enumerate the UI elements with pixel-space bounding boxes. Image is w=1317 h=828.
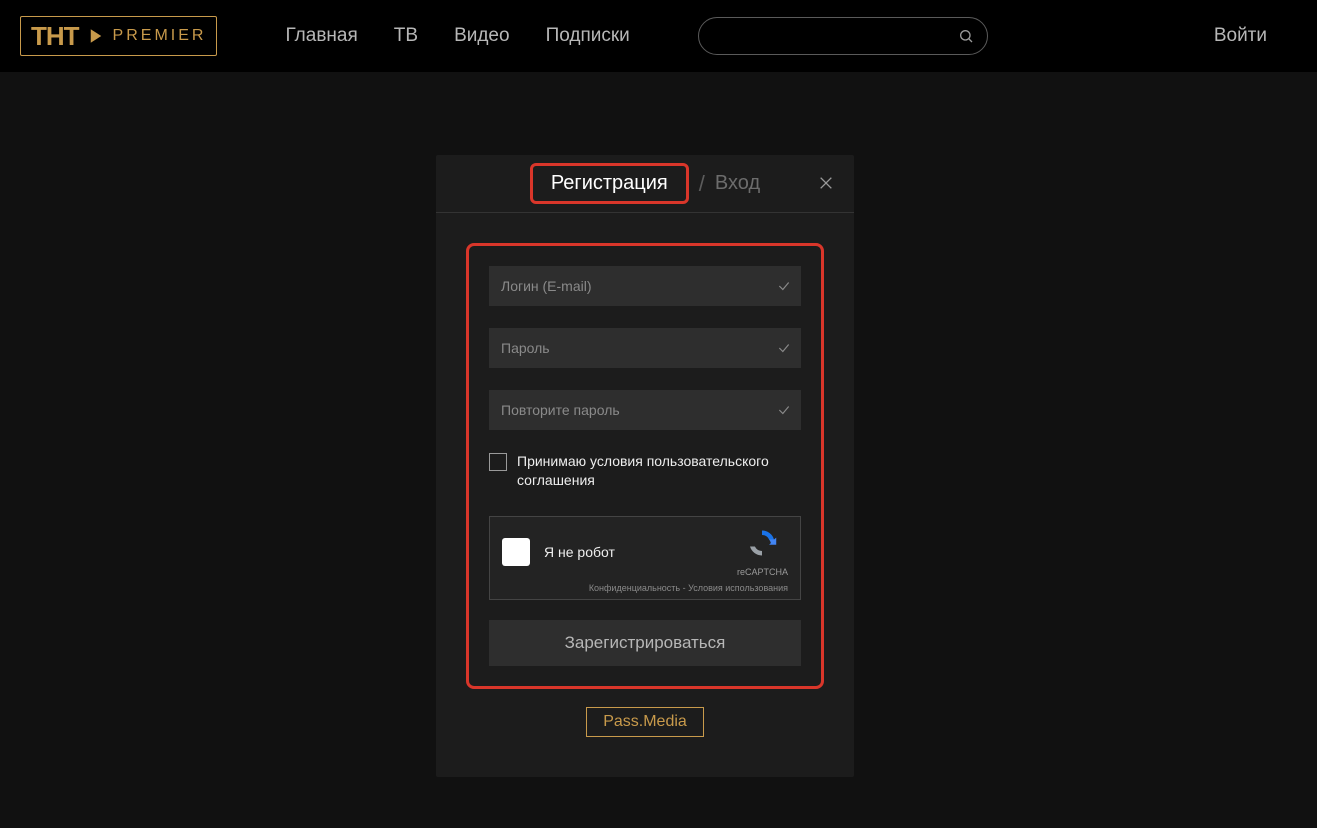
main-nav: Главная ТВ Видео Подписки (285, 25, 629, 47)
close-icon[interactable] (818, 174, 838, 194)
logo-text-tht: ТНТ (31, 21, 79, 52)
email-field-wrap (489, 266, 801, 306)
terms-checkbox[interactable] (489, 453, 507, 471)
auth-modal: Регистрация / Вход (436, 155, 854, 777)
form-highlight-box: Принимаю условия пользовательского согла… (466, 243, 824, 689)
pass-media-button[interactable]: Pass.Media (586, 707, 704, 737)
recaptcha-icon (746, 527, 778, 564)
recaptcha-top: Я не робот reCAPTCHA (502, 527, 788, 577)
recaptcha: Я не робот reCAPTCHA Конфиденциальность … (489, 516, 801, 600)
check-icon (777, 279, 791, 293)
terms-label: Принимаю условия пользовательского согла… (517, 452, 801, 490)
recaptcha-brand: reCAPTCHA (737, 567, 788, 577)
search (698, 17, 988, 55)
site-header: ТНТ PREMIER Главная ТВ Видео Подписки Во… (0, 0, 1317, 72)
register-button[interactable]: Зарегистрироваться (489, 620, 801, 666)
modal-header: Регистрация / Вход (436, 155, 854, 213)
check-icon (777, 341, 791, 355)
password-field-wrap (489, 328, 801, 368)
tab-separator: / (699, 171, 705, 197)
recaptcha-footer[interactable]: Конфиденциальность - Условия использован… (502, 583, 788, 593)
recaptcha-label: Я не робот (544, 544, 723, 560)
login-link[interactable]: Войти (1214, 25, 1267, 47)
terms-row: Принимаю условия пользовательского согла… (489, 452, 801, 490)
logo-text-premier: PREMIER (113, 27, 207, 45)
tab-login[interactable]: Вход (715, 172, 760, 195)
email-field[interactable] (489, 266, 801, 306)
password-field[interactable] (489, 328, 801, 368)
play-icon (85, 25, 107, 47)
check-icon (777, 403, 791, 417)
nav-video[interactable]: Видео (454, 25, 510, 47)
recaptcha-brand-block: reCAPTCHA (737, 527, 788, 577)
site-logo[interactable]: ТНТ PREMIER (20, 16, 217, 56)
recaptcha-checkbox[interactable] (502, 538, 530, 566)
password-repeat-field[interactable] (489, 390, 801, 430)
nav-home[interactable]: Главная (285, 25, 357, 47)
search-input[interactable] (698, 17, 988, 55)
tab-register[interactable]: Регистрация (530, 163, 689, 204)
form-area: Принимаю условия пользовательского согла… (436, 213, 854, 777)
search-icon[interactable] (958, 28, 974, 44)
nav-subscriptions[interactable]: Подписки (546, 25, 630, 47)
password-repeat-field-wrap (489, 390, 801, 430)
nav-tv[interactable]: ТВ (394, 25, 418, 47)
